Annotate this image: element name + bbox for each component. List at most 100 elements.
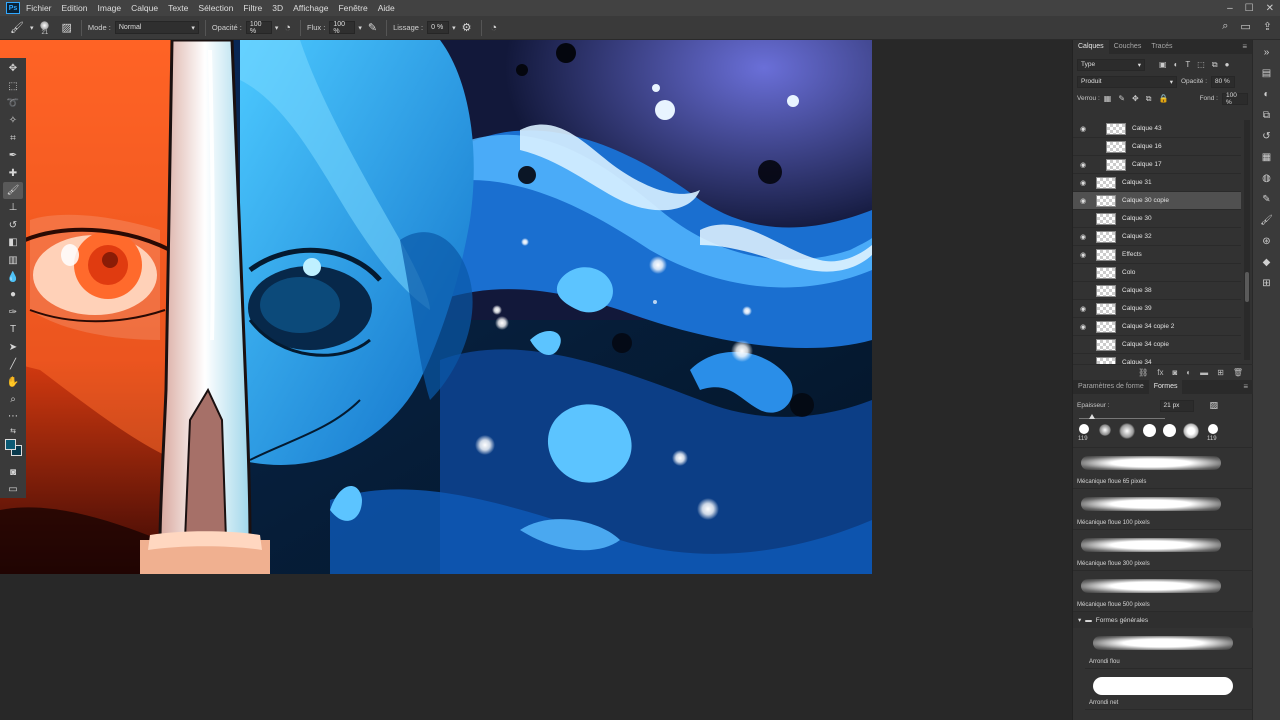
type-filter-icon[interactable]: T: [1185, 60, 1190, 70]
marquee-tool-icon[interactable]: ⬚: [3, 77, 23, 94]
brush-tool-icon[interactable]: 🖌: [10, 21, 24, 34]
chevron-down-icon[interactable]: ▾: [358, 24, 362, 32]
grid-icon[interactable]: ⊞: [1257, 275, 1277, 292]
recent-brush-1[interactable]: [1079, 424, 1089, 434]
eraser-tool-icon[interactable]: ◧: [3, 234, 23, 251]
stamp-tool-icon[interactable]: ⊥: [3, 199, 23, 216]
tab-couches[interactable]: Couches: [1109, 40, 1147, 54]
foreground-color-swatch[interactable]: [5, 439, 16, 451]
tab-brush-settings[interactable]: Paramètres de forme: [1073, 380, 1149, 394]
minimize-icon[interactable]: –: [1227, 3, 1233, 14]
new-group-icon[interactable]: ▬: [1200, 368, 1208, 377]
brush-tool-icon[interactable]: 🖌: [3, 181, 23, 200]
slider-handle-icon[interactable]: [1089, 414, 1095, 419]
scrollbar-thumb[interactable]: [1245, 272, 1249, 302]
color-icon[interactable]: ◍: [1257, 170, 1277, 187]
document-canvas[interactable]: [0, 40, 872, 574]
recent-brush-5[interactable]: [1163, 424, 1176, 437]
layer-style-icon[interactable]: fx: [1157, 368, 1163, 377]
new-preset-icon[interactable]: ▨: [1210, 400, 1219, 411]
layer-row[interactable]: ◉ Calque 43: [1073, 120, 1241, 138]
libraries-icon[interactable]: ⧉: [1257, 107, 1277, 124]
recent-brush-3[interactable]: [1119, 423, 1135, 439]
menu-filtre[interactable]: Filtre: [243, 3, 262, 13]
mode-select[interactable]: Normal ▾: [114, 21, 199, 34]
layer-row[interactable]: Calque 38: [1073, 282, 1241, 300]
brush-preset[interactable]: Mécanique floue 100 pixels: [1073, 489, 1253, 530]
layer-opacity-field[interactable]: 80 %: [1211, 75, 1236, 88]
chevron-down-icon[interactable]: ▾: [1078, 616, 1081, 624]
layer-row[interactable]: ◉ Effects: [1073, 246, 1241, 264]
eyedropper-tool-icon[interactable]: ✒: [3, 147, 23, 164]
color-swatches[interactable]: [3, 437, 23, 461]
menu-fenetre[interactable]: Fenêtre: [338, 3, 367, 13]
layer-row[interactable]: Calque 34: [1073, 354, 1241, 364]
filter-toggle-icon[interactable]: ●: [1225, 60, 1230, 70]
chevron-down-icon[interactable]: ▾: [452, 24, 456, 32]
type-tool-icon[interactable]: T: [3, 321, 23, 338]
layer-row[interactable]: Calque 16: [1073, 138, 1241, 156]
adjustment-layer-icon[interactable]: ◐: [1186, 368, 1191, 377]
share-icon[interactable]: ⇪: [1263, 20, 1272, 33]
panel-menu-icon[interactable]: ≡: [1237, 40, 1252, 54]
layer-row[interactable]: ◉ Calque 39: [1073, 300, 1241, 318]
pressure-size-icon[interactable]: ◔: [491, 22, 498, 34]
shape-filter-icon[interactable]: ⬚: [1197, 60, 1205, 70]
gradient-tool-icon[interactable]: ▥: [3, 251, 23, 268]
panel-menu-icon[interactable]: ≡: [1238, 380, 1253, 394]
recent-brush-6[interactable]: [1183, 423, 1199, 439]
blend-mode-select[interactable]: Produit ▾: [1077, 75, 1177, 88]
layer-row[interactable]: Colo: [1073, 264, 1241, 282]
layers-scrollbar[interactable]: [1244, 120, 1250, 360]
menu-3d[interactable]: 3D: [272, 3, 283, 13]
layer-row[interactable]: ◉ Calque 34 copie 2: [1073, 318, 1241, 336]
adjustment-filter-icon[interactable]: ◐: [1174, 60, 1179, 70]
layer-filter-select[interactable]: Type ▾: [1077, 58, 1145, 71]
airbrush-icon[interactable]: ✎: [368, 21, 377, 34]
menu-aide[interactable]: Aide: [378, 3, 395, 13]
menu-image[interactable]: Image: [98, 3, 122, 13]
trash-icon[interactable]: 🗑: [1233, 368, 1243, 377]
layer-row[interactable]: ◉ Calque 32: [1073, 228, 1241, 246]
more-tools-icon[interactable]: ⋯: [3, 408, 23, 425]
lasso-tool-icon[interactable]: ➰: [3, 95, 23, 112]
brush-settings-icon[interactable]: ▨: [61, 21, 71, 34]
visibility-eye-icon[interactable]: ◉: [1077, 161, 1089, 169]
visibility-eye-icon[interactable]: ◉: [1077, 233, 1089, 241]
tab-traces[interactable]: Tracés: [1146, 40, 1177, 54]
zoom-tool-icon[interactable]: ⌕: [3, 391, 23, 408]
add-mask-icon[interactable]: ◙: [1172, 368, 1177, 377]
thickness-field[interactable]: 21 px: [1159, 399, 1194, 412]
brush-preset-picker[interactable]: 21: [36, 19, 54, 37]
swatches-icon[interactable]: ▦: [1257, 149, 1277, 166]
chevron-down-icon[interactable]: ▾: [275, 24, 279, 32]
lock-artboard-icon[interactable]: ⧉: [1146, 94, 1152, 104]
screen-mode-icon[interactable]: ▭: [3, 481, 23, 498]
chevron-down-icon[interactable]: ▾: [30, 24, 34, 32]
brush-preset[interactable]: Mécanique floue 500 pixels: [1073, 571, 1253, 612]
pixel-filter-icon[interactable]: ▣: [1159, 60, 1167, 70]
fill-field[interactable]: 100 %: [1222, 92, 1248, 106]
paths-icon[interactable]: ◆: [1257, 254, 1277, 271]
lock-pixels-icon[interactable]: ✎: [1118, 94, 1125, 104]
collapse-panels-icon[interactable]: »: [1257, 44, 1277, 61]
line-tool-icon[interactable]: ╱: [3, 356, 23, 373]
brush-preset[interactable]: Mécanique floue 65 pixels: [1073, 448, 1253, 489]
visibility-eye-icon[interactable]: ◉: [1077, 251, 1089, 259]
flow-field[interactable]: 100 %: [329, 21, 356, 35]
workspace-icon[interactable]: ▭: [1240, 20, 1250, 33]
layer-row[interactable]: ◉ Calque 17: [1073, 156, 1241, 174]
hand-tool-icon[interactable]: ✋: [3, 373, 23, 390]
link-layers-icon[interactable]: ⛓: [1138, 368, 1148, 377]
menu-affichage[interactable]: Affichage: [293, 3, 328, 13]
brush-settings-icon[interactable]: ✎: [1257, 191, 1277, 208]
close-icon[interactable]: ✕: [1266, 3, 1274, 14]
smart-object-filter-icon[interactable]: ⧉: [1212, 60, 1218, 70]
properties-icon[interactable]: ▤: [1257, 65, 1277, 82]
brush-preset[interactable]: Arrondi net: [1085, 669, 1253, 710]
move-tool-icon[interactable]: ✥: [3, 60, 23, 77]
history-brush-tool-icon[interactable]: ↺: [3, 217, 23, 234]
visibility-eye-icon[interactable]: ◉: [1077, 125, 1089, 133]
tab-brushes[interactable]: Formes: [1148, 380, 1183, 394]
lock-transparent-icon[interactable]: ▦: [1104, 94, 1112, 104]
